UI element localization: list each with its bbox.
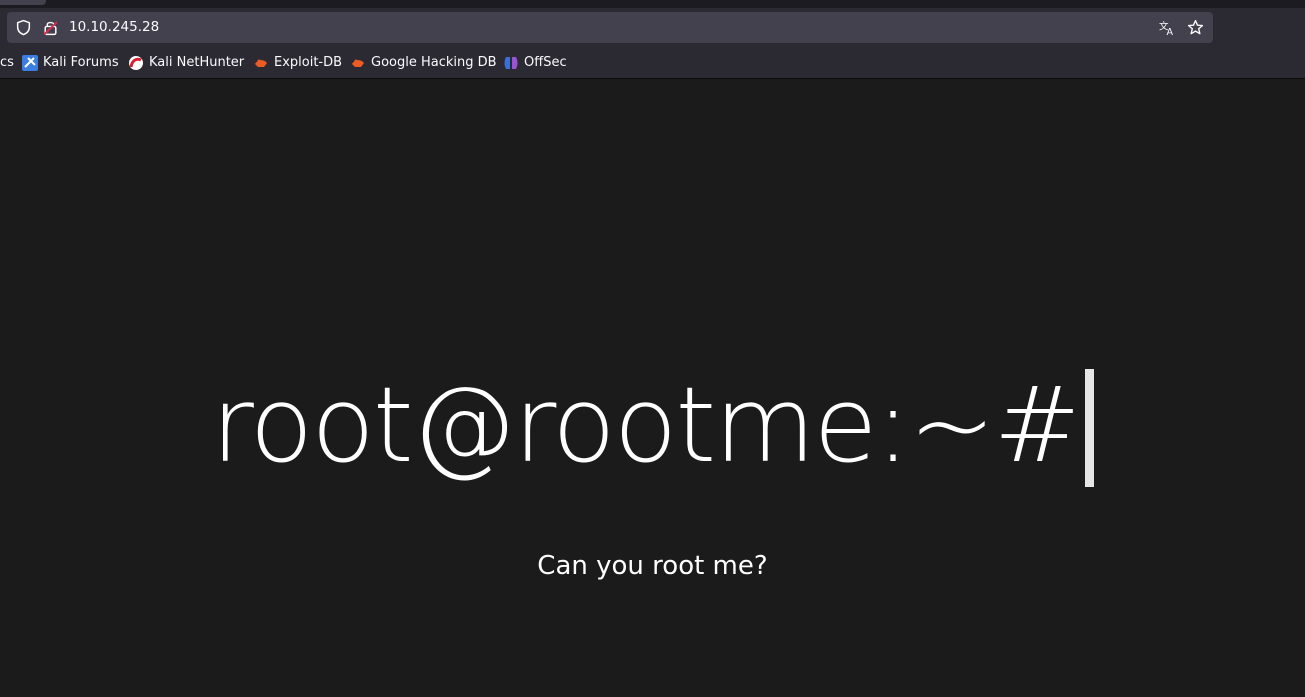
bookmark-label: OffSec bbox=[524, 55, 567, 70]
svg-text:A: A bbox=[1166, 27, 1173, 36]
bookmark-label: Google Hacking DB bbox=[371, 55, 497, 70]
bookmarks-toolbar: cs Kali Forums Kali NetHunter Exploit-DB… bbox=[0, 48, 1305, 79]
exploit-db-icon bbox=[255, 59, 267, 67]
navigation-toolbar: 10.10.245.28 文 A bbox=[0, 8, 1305, 48]
subtitle: Can you root me? bbox=[537, 551, 768, 581]
bookmark-label: Kali Forums bbox=[43, 55, 119, 70]
bookmark-label: Kali NetHunter bbox=[149, 55, 245, 70]
headline: root@rootme:~# bbox=[0, 360, 1305, 490]
tab-stub[interactable] bbox=[0, 0, 46, 5]
page-content: root@rootme:~# Can you root me? bbox=[0, 79, 1305, 697]
exploit-db-icon bbox=[352, 59, 364, 67]
bookmark-label: Exploit-DB bbox=[274, 55, 343, 70]
text-cursor bbox=[1084, 369, 1094, 487]
tab-strip bbox=[0, 0, 1305, 8]
translate-icon[interactable]: 文 A bbox=[1159, 19, 1176, 36]
kali-forums-icon bbox=[22, 55, 38, 71]
insecure-lock-icon[interactable] bbox=[42, 19, 59, 36]
bookmark-label: cs bbox=[0, 55, 14, 70]
kali-nethunter-icon bbox=[129, 56, 143, 70]
offsec-icon bbox=[504, 57, 518, 69]
star-icon[interactable] bbox=[1187, 19, 1204, 36]
shield-icon[interactable] bbox=[15, 19, 32, 36]
address-bar[interactable]: 10.10.245.28 文 A bbox=[7, 12, 1213, 43]
url-text[interactable]: 10.10.245.28 bbox=[69, 12, 159, 43]
headline-text: root@rootme:~# bbox=[211, 364, 1081, 486]
